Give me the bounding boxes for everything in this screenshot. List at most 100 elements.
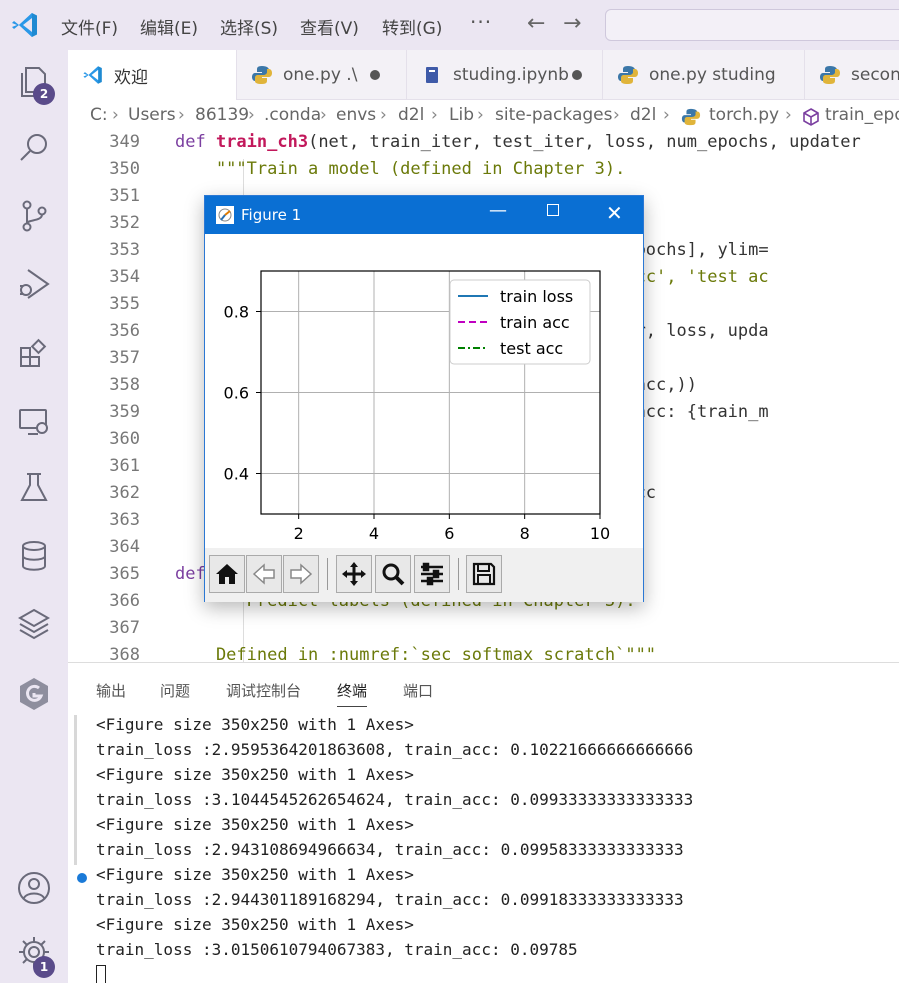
x-tick-label: 2 [294, 524, 304, 543]
breadcrumb-item[interactable]: envs [336, 105, 376, 125]
tab-second[interactable]: second [805, 50, 899, 100]
close-icon[interactable]: ✕ [606, 201, 623, 225]
code-line[interactable]: 350 """Train a model (defined in Chapter… [68, 159, 899, 186]
gitkraken-icon[interactable] [14, 674, 54, 714]
menu-go[interactable]: 转到(G) [382, 14, 442, 39]
x-tick-label: 4 [369, 524, 379, 543]
legend-label: train loss [500, 287, 573, 306]
line-chart: 2 4 6 8 10 0.4 0.6 0.8 train loss train acc test a… [224, 270, 610, 543]
breadcrumb-item[interactable]: site-packages [495, 105, 612, 125]
code-line[interactable]: 367 [68, 618, 899, 645]
line-number: 351 [109, 186, 140, 206]
y-tick-label: 0.8 [224, 303, 249, 322]
zoom-icon[interactable] [375, 555, 411, 593]
line-number: 364 [109, 537, 140, 557]
breadcrumb-item[interactable]: d2l [398, 105, 424, 125]
figure-window[interactable]: Figure 1 — ✕ 2 4 6 8 10 0.4 0.6 0.8 train loss tr… [204, 195, 644, 602]
line-number: 357 [109, 348, 140, 368]
tab-one-py-studing[interactable]: one.py studing [603, 50, 805, 100]
back-arrow-icon[interactable]: ← [527, 11, 545, 36]
terminal-gutter [74, 715, 77, 865]
breadcrumb-chevron-icon: › [248, 105, 255, 125]
line-number: 352 [109, 213, 140, 233]
breadcrumb-chevron-icon: › [112, 105, 119, 125]
breadcrumb-chevron-icon: › [613, 105, 620, 125]
command-status-dot-icon [77, 873, 87, 883]
menu-selection[interactable]: 选择(S) [220, 14, 278, 39]
line-number: 362 [109, 483, 140, 503]
pan-icon[interactable] [336, 555, 372, 593]
indent-guide [243, 618, 244, 645]
line-number: 360 [109, 429, 140, 449]
breadcrumb-chevron-icon: › [178, 105, 185, 125]
account-icon[interactable] [14, 868, 54, 908]
breadcrumb-item[interactable]: torch.py [709, 105, 779, 125]
tab-one-py[interactable]: one.py .\ [237, 50, 407, 100]
breadcrumb-item[interactable]: train_epoch [825, 105, 899, 125]
vscode-logo-icon[interactable] [10, 10, 40, 40]
panel-tab-debug-console[interactable]: 调试控制台 [226, 680, 301, 701]
line-number: 350 [109, 159, 140, 179]
tab-welcome[interactable]: 欢迎 [68, 50, 237, 100]
menu-edit[interactable]: 编辑(E) [140, 14, 198, 39]
forward-arrow-icon[interactable]: → [563, 11, 581, 36]
terminal-line: train_loss :3.0150610794067383, train_ac… [96, 940, 578, 959]
legend-label: test acc [500, 339, 563, 358]
forward-icon[interactable] [283, 555, 319, 593]
terminal-line: train_loss :2.944301189168294, train_acc… [96, 890, 684, 909]
panel-tab-ports[interactable]: 端口 [403, 680, 433, 701]
run-debug-icon[interactable] [14, 264, 54, 304]
python-icon [820, 66, 840, 84]
maximize-icon[interactable] [547, 204, 559, 216]
configure-subplots-icon[interactable] [414, 555, 450, 593]
code-line[interactable]: 349 def train_ch3(net, train_iter, test_i… [68, 132, 899, 159]
save-icon[interactable] [466, 555, 502, 593]
x-tick-label: 8 [520, 524, 530, 543]
extensions-icon[interactable] [14, 334, 54, 374]
minimize-icon[interactable]: — [489, 200, 507, 221]
figure-title-bar[interactable]: Figure 1 — ✕ [205, 196, 643, 234]
panel-tab-output[interactable]: 输出 [96, 680, 126, 701]
panel-tab-problems[interactable]: 问题 [160, 680, 190, 701]
line-number: 353 [109, 240, 140, 260]
layers-icon[interactable] [14, 604, 54, 644]
line-number: 358 [109, 375, 140, 395]
source-control-icon[interactable] [14, 196, 54, 236]
database-icon[interactable] [14, 536, 54, 576]
terminal-line: <Figure size 350x250 with 1 Axes> [96, 715, 414, 734]
panel-tab-terminal[interactable]: 终端 [337, 680, 368, 707]
figure-title: Figure 1 [241, 206, 302, 224]
code-text: def train_ch3(net, train_iter, test_iter… [175, 132, 861, 152]
testing-icon[interactable] [14, 468, 54, 508]
code-text: def [175, 564, 206, 584]
line-number: 366 [109, 591, 140, 611]
command-center-search[interactable] [605, 9, 899, 41]
code-line[interactable]: 368 Defined in :numref:`sec_softmax_scra… [68, 645, 899, 662]
breadcrumb-item[interactable]: 86139 [195, 105, 249, 125]
settings-badge: 1 [33, 956, 55, 978]
breadcrumb-item[interactable]: d2l [630, 105, 656, 125]
back-icon[interactable] [246, 555, 282, 593]
menu-view[interactable]: 查看(V) [300, 14, 359, 39]
explorer-badge: 2 [33, 83, 55, 105]
python-icon [681, 108, 701, 126]
menu-file[interactable]: 文件(F) [61, 14, 118, 39]
home-icon[interactable] [209, 555, 245, 593]
y-tick-label: 0.4 [224, 465, 249, 484]
breadcrumb-item[interactable]: C: [90, 105, 108, 125]
menu-more-button[interactable]: ··· [470, 10, 492, 34]
unsaved-dot-icon [370, 70, 380, 80]
breadcrumb-item[interactable]: Lib [449, 105, 474, 125]
breadcrumb-item[interactable]: .conda [264, 105, 321, 125]
tab-studing-ipynb[interactable]: studing.ipynb [407, 50, 603, 100]
y-tick-label: 0.6 [224, 384, 249, 403]
breadcrumb-item[interactable]: Users [128, 105, 176, 125]
remote-explorer-icon[interactable] [14, 402, 54, 442]
plot-canvas[interactable]: 2 4 6 8 10 0.4 0.6 0.8 train loss train acc test a… [205, 234, 643, 548]
tab-label: studing.ipynb [453, 65, 569, 85]
vscode-icon [83, 66, 102, 84]
tab-label: one.py .\ [283, 65, 358, 85]
search-icon[interactable] [14, 128, 54, 168]
terminal-line: <Figure size 350x250 with 1 Axes> [96, 765, 414, 784]
breadcrumb-chevron-icon: › [320, 105, 327, 125]
